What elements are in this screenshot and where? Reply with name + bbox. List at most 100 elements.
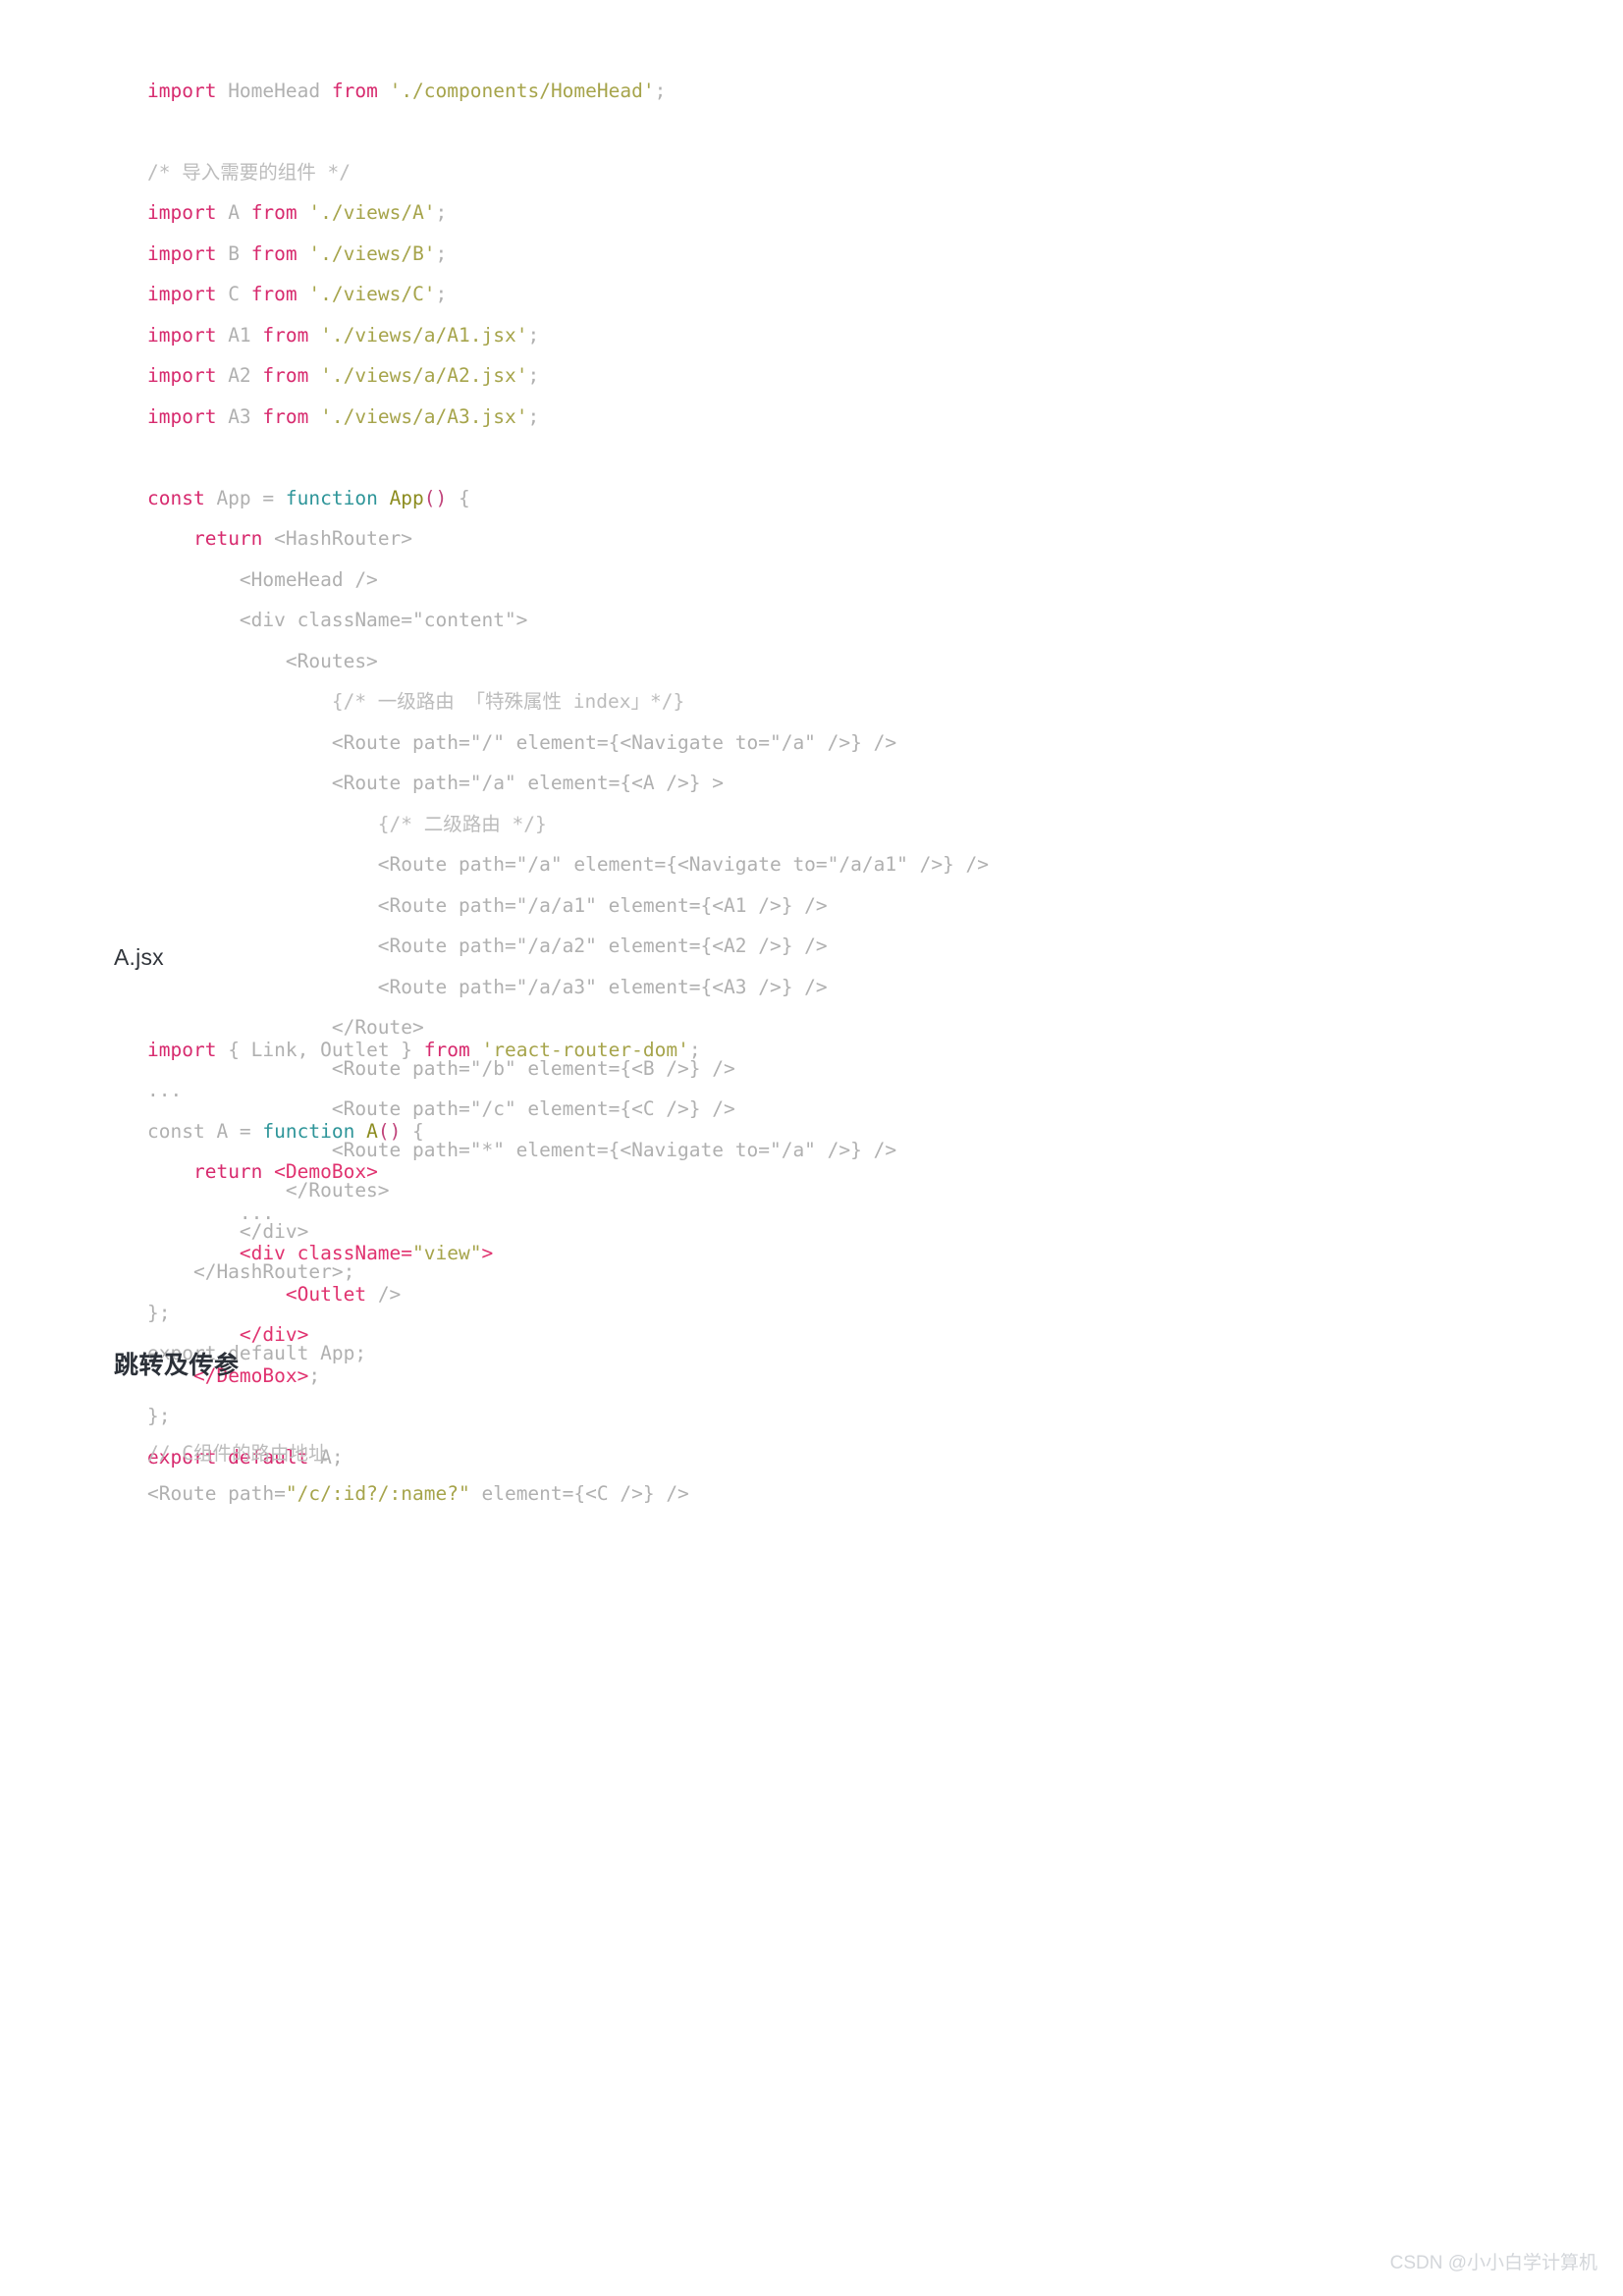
code-token: <Route path="/a/a1" element={<A1 />} /> — [147, 893, 828, 917]
code-token: import — [147, 241, 217, 265]
code-token: './views/a/A3.jsx' — [320, 404, 528, 428]
code-token: <div — [239, 1242, 298, 1264]
code-token: from — [250, 201, 298, 224]
code-line: import C from './views/C'; — [147, 274, 989, 315]
code-token: import — [147, 323, 217, 347]
code-token: ; — [527, 323, 540, 347]
code-token: from — [423, 1038, 470, 1061]
code-token: A1 — [216, 323, 263, 347]
code-line: <Route path="/a" element={<A />} > — [147, 763, 989, 804]
code-token: /> — [366, 1282, 402, 1306]
code-line: import B from './views/B'; — [147, 234, 989, 275]
code-block-route-params: // C组件的路由地址 <Route path="/c/:id?/:name?" … — [147, 1433, 689, 1515]
code-token: './components/HomeHead' — [389, 79, 655, 102]
code-token: import — [147, 1038, 217, 1061]
code-token: <Route path="/a/a3" element={<A3 />} /> — [147, 975, 828, 998]
code-token: <Routes> — [147, 649, 378, 672]
code-token: import — [147, 201, 217, 224]
code-line: const App = function App() { — [147, 478, 989, 519]
code-token: <HashRouter> — [262, 527, 413, 550]
code-line: <Route path="/a/a2" element={<A2 />} /> — [147, 926, 989, 967]
document-page: import HomeHead from './components/HomeH… — [0, 0, 1623, 2296]
code-line: {/* 二级路由 */} — [147, 804, 989, 845]
code-line: return <DemoBox> — [147, 1151, 701, 1193]
code-token: <Route path="/a" element={<A />} > — [147, 772, 724, 794]
code-token: import — [147, 283, 217, 305]
code-token: {/* 一级路由 「特殊属性 index」*/} — [147, 690, 685, 713]
section-heading-navigation: 跳转及传参 — [114, 1352, 240, 1379]
code-token: './views/a/A2.jsx' — [320, 364, 528, 387]
code-token: import — [147, 79, 217, 102]
code-token: <HomeHead /> — [147, 567, 378, 591]
code-token: }; — [147, 1405, 171, 1427]
code-token: element={<C />} /> — [469, 1482, 689, 1505]
code-token: from — [262, 364, 309, 387]
code-token: import — [147, 404, 217, 428]
code-line: import A from './views/A'; — [147, 192, 989, 234]
code-line: <Outlet /> — [147, 1274, 701, 1315]
code-token: from — [262, 323, 309, 347]
code-token: () — [423, 486, 448, 509]
code-line: import A2 from './views/a/A2.jsx'; — [147, 355, 989, 397]
code-line: // C组件的路由地址 — [147, 1433, 689, 1474]
code-token: App — [389, 486, 424, 509]
code-line: }; — [147, 1396, 701, 1437]
code-line: import A1 from './views/a/A1.jsx'; — [147, 315, 989, 356]
code-token: className= — [297, 1242, 413, 1264]
code-token: return — [192, 527, 263, 550]
code-line: <HomeHead /> — [147, 560, 989, 601]
code-token: B — [216, 241, 251, 265]
code-token: ; — [527, 364, 540, 387]
code-token: ; — [654, 79, 667, 102]
code-token: from — [250, 241, 298, 265]
code-token: HomeHead — [216, 79, 332, 102]
code-token: "view" — [412, 1242, 482, 1264]
code-token: "/c/:id?/:name?" — [285, 1482, 470, 1505]
code-token: > — [481, 1242, 494, 1264]
code-line: /* 导入需要的组件 */ — [147, 152, 989, 193]
code-line: <Route path="/a" element={<Navigate to="… — [147, 844, 989, 885]
code-token: C — [216, 283, 251, 305]
code-token: function — [262, 1119, 355, 1143]
code-line: import A3 from './views/a/A3.jsx'; — [147, 397, 989, 438]
code-line: ... — [147, 1070, 701, 1111]
code-token: A2 — [216, 364, 263, 387]
code-token: return — [192, 1160, 263, 1183]
code-token: <Route path="/" element={<Navigate to="/… — [147, 730, 897, 754]
code-token: /* 导入需要的组件 */ — [147, 160, 351, 184]
code-token: </div> — [239, 1323, 309, 1346]
code-token: { — [401, 1119, 424, 1143]
code-token: <DemoBox> — [274, 1160, 378, 1183]
code-line: import { Link, Outlet } from 'react-rout… — [147, 1030, 701, 1071]
code-token: ; — [308, 1363, 321, 1387]
code-line: <Route path="/a/a1" element={<A1 />} /> — [147, 885, 989, 927]
code-token: A = — [204, 1119, 263, 1143]
code-token: <Route path="/a/a2" element={<A2 />} /> — [147, 934, 828, 957]
code-token: App = — [204, 486, 286, 509]
code-token: from — [262, 404, 309, 428]
code-line: return <HashRouter> — [147, 518, 989, 560]
code-token: from — [331, 79, 378, 102]
csdn-watermark: CSDN @小小白学计算机 — [1389, 2253, 1597, 2273]
code-token: A3 — [216, 404, 263, 428]
code-line: <Route path="/c/:id?/:name?" element={<C… — [147, 1473, 689, 1515]
code-line: <Routes> — [147, 641, 989, 682]
code-block-a-jsx: import { Link, Outlet } from 'react-rout… — [147, 1030, 701, 1478]
code-token: { — [447, 486, 470, 509]
code-token: ; — [527, 404, 540, 428]
